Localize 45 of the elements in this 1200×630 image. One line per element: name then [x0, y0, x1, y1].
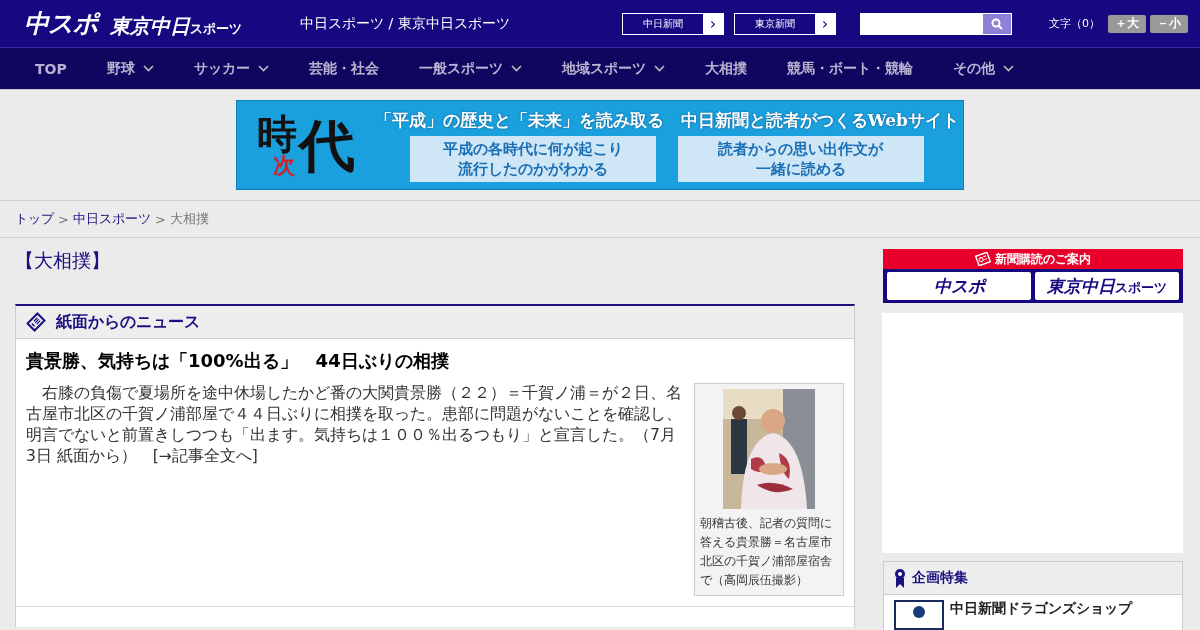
search-field[interactable] — [860, 12, 1012, 35]
breadcrumb-separator: > — [58, 211, 69, 227]
nav-item[interactable]: 芸能・社会 — [308, 59, 379, 78]
banner-headline: 「平成」の歴史と「未来」を読み取る 中日新聞と読者がつくるWebサイト — [374, 108, 959, 132]
subscription-banner[interactable]: 新聞購読のご案内 中スポ 東京中日スポーツ — [883, 249, 1183, 303]
newspaper-logo[interactable]: 中スポ — [887, 272, 1031, 300]
nav-item[interactable]: サッカー — [193, 59, 269, 78]
nav-item[interactable]: 大相撲 — [704, 59, 747, 78]
newspaper-link[interactable]: 東京新聞 › — [734, 12, 836, 35]
site-title[interactable]: 中日スポーツ / 東京中日スポーツ — [300, 14, 622, 33]
nav-item[interactable]: その他 — [952, 59, 1014, 78]
section-title: 企画特集 — [912, 569, 968, 587]
subscription-title: 新聞購読のご案内 — [995, 250, 1091, 268]
callout-text: 流行したのかがわかる — [457, 158, 608, 179]
article-headline[interactable]: 貴景勝、気持ちは「100%出る」 44日ぶりの相撲 — [26, 349, 844, 373]
breadcrumb-item: 大相撲 — [169, 210, 209, 228]
newspaper-icon — [975, 252, 991, 266]
newspaper-logo[interactable]: 東京中日スポーツ — [1035, 272, 1179, 300]
nav-item[interactable]: 野球 — [106, 59, 154, 78]
read-more-link[interactable]: [→記事全文へ] — [152, 447, 258, 465]
photo-caption: 朝稽古後、記者の質問に答える貴景勝＝名古屋市北区の千賀ノ浦部屋宿舎で（高岡辰伍撮影） — [700, 515, 833, 589]
newspaper-link[interactable]: 中日新聞 › — [622, 12, 724, 35]
callout-text: 一緒に読める — [755, 158, 846, 179]
breadcrumb-item[interactable]: トップ — [15, 210, 54, 228]
nav-item[interactable]: 地域スポーツ — [561, 59, 665, 78]
feature-link[interactable]: 中日新聞ドラゴンズショップ — [950, 600, 1132, 618]
emblem-character: 次 — [272, 154, 295, 176]
breadcrumb-separator: > — [154, 211, 166, 227]
section-title: 紙面からのニュース — [56, 311, 200, 333]
site-logo[interactable]: 東京中日スポーツ — [110, 13, 242, 40]
nav-item[interactable]: 競馬・ボート・競輪 — [786, 59, 913, 78]
emblem-character: 代 — [298, 117, 355, 173]
callout-text: 読者からの思い出作文が — [718, 138, 884, 159]
font-size-label: 文字（0） — [1049, 16, 1100, 31]
emblem-character: 時 — [256, 114, 297, 154]
nav-item[interactable]: TOP — [35, 60, 67, 77]
callout-text: 平成の各時代に何が起こり — [442, 138, 623, 159]
search-icon — [991, 17, 1003, 30]
breadcrumb-item[interactable]: 中日スポーツ — [72, 210, 151, 228]
page-title: 【大相撲】 — [15, 248, 111, 273]
ticket-icon — [26, 312, 46, 332]
nav-item[interactable]: 一般スポーツ — [418, 59, 522, 78]
ribbon-icon — [894, 568, 906, 588]
search-button[interactable] — [983, 13, 1011, 34]
article-summary: 右膝の負傷で夏場所を途中休場したかど番の大関貴景勝（２２）＝千賀ノ浦＝が２日、名古屋市北区の千賀ノ浦部屋で４４日ぶりに相撲を取った。患部に問題がないことを確認し、明言でないと前置きしつつも「出ます。気持ちは１００％出るつもり」と宣言した。（7月3日 紙面から） [→記事全文へ] — [26, 383, 683, 467]
